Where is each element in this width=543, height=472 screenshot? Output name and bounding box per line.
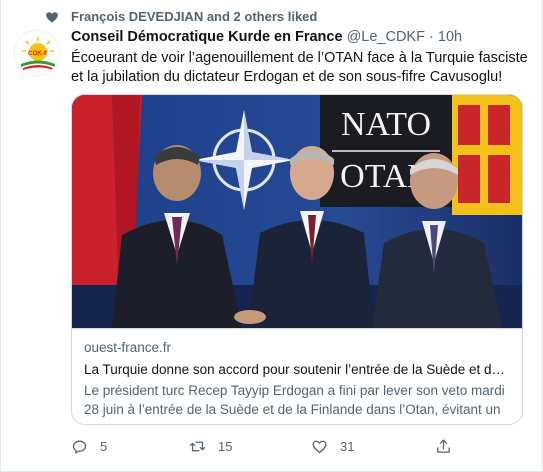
tweet-container[interactable]: François DEVEDJIAN and 2 others liked CD… bbox=[0, 0, 543, 472]
like-count: 31 bbox=[340, 439, 355, 454]
reply-count: 5 bbox=[100, 439, 108, 454]
share-button[interactable] bbox=[435, 438, 464, 455]
like-button[interactable]: 31 bbox=[311, 438, 354, 455]
svg-text:CDK-F: CDK-F bbox=[28, 50, 48, 57]
link-card[interactable]: NATO OTAN ouest-france.fr La Turquie don… bbox=[71, 94, 523, 425]
reply-icon bbox=[72, 440, 87, 454]
tweet-header: Conseil Démocratique Kurde en France @Le… bbox=[71, 29, 462, 45]
card-description: Le président turc Recep Tayyip Erdogan a… bbox=[84, 383, 505, 424]
social-context: François DEVEDJIAN and 2 others liked bbox=[45, 9, 317, 24]
cdkf-logo: CDK-F bbox=[15, 31, 59, 75]
heart-outline-icon bbox=[312, 440, 327, 454]
retweet-icon bbox=[189, 441, 206, 452]
liked-by-text[interactable]: François DEVEDJIAN and 2 others liked bbox=[71, 9, 317, 24]
retweet-button[interactable]: 15 bbox=[189, 438, 232, 455]
nato-sign-text: NATO bbox=[341, 106, 431, 143]
card-title[interactable]: La Turquie donne son accord pour souteni… bbox=[84, 360, 512, 379]
timestamp[interactable]: 10h bbox=[438, 29, 462, 45]
display-name[interactable]: Conseil Démocratique Kurde en France bbox=[71, 29, 343, 45]
reply-button[interactable]: 5 bbox=[71, 438, 107, 455]
retweet-count: 15 bbox=[218, 439, 233, 454]
share-icon bbox=[437, 439, 450, 453]
separator-dot: · bbox=[429, 29, 434, 45]
card-domain: ouest-france.fr bbox=[84, 340, 172, 355]
heart-icon bbox=[46, 11, 58, 23]
tweet-actions: 5 15 31 bbox=[71, 438, 471, 458]
user-handle[interactable]: @Le_CDKF bbox=[347, 29, 425, 45]
card-image[interactable]: NATO OTAN bbox=[72, 95, 522, 328]
card-body[interactable]: ouest-france.fr La Turquie donne son acc… bbox=[72, 328, 522, 424]
avatar[interactable]: CDK-F bbox=[14, 30, 60, 76]
tweet-text: Écoeurant de voir l’agenouillement de l’… bbox=[71, 50, 528, 85]
